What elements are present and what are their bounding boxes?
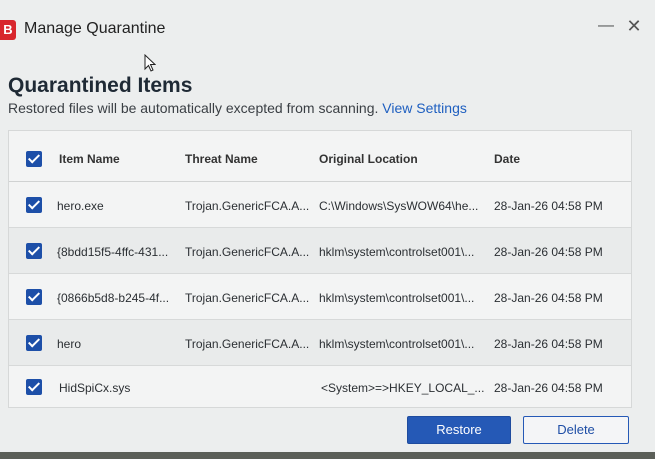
row-checkbox[interactable] bbox=[26, 289, 42, 305]
minimize-icon[interactable]: — bbox=[592, 12, 620, 40]
row-checkbox[interactable] bbox=[26, 243, 42, 259]
table-row[interactable]: {8bdd15f5-4ffc-431... Trojan.GenericFCA.… bbox=[9, 228, 631, 274]
manage-quarantine-window: B Manage Quarantine — ✕ Quarantined Item… bbox=[0, 0, 655, 452]
date: 28-Jan-26 04:58 PM bbox=[494, 381, 603, 395]
select-all-checkbox[interactable] bbox=[26, 151, 42, 167]
column-header-threat-name[interactable]: Threat Name bbox=[185, 152, 258, 166]
desktop-background bbox=[0, 452, 655, 459]
table-row[interactable]: {0866b5d8-b245-4f... Trojan.GenericFCA.A… bbox=[9, 274, 631, 320]
original-location: C:\Windows\SysWOW64\he... bbox=[319, 199, 479, 213]
row-checkbox[interactable] bbox=[26, 379, 42, 395]
page-title: Quarantined Items bbox=[8, 74, 193, 97]
threat-name: Trojan.GenericFCA.A... bbox=[185, 245, 309, 259]
date: 28-Jan-26 04:58 PM bbox=[494, 337, 603, 351]
subtitle-text: Restored files will be automatically exc… bbox=[8, 100, 379, 116]
row-checkbox[interactable] bbox=[26, 335, 42, 351]
view-settings-link[interactable]: View Settings bbox=[382, 100, 467, 116]
app-logo-icon: B bbox=[0, 20, 16, 40]
quarantine-table: Item Name Threat Name Original Location … bbox=[8, 130, 632, 408]
delete-button[interactable]: Delete bbox=[523, 416, 629, 444]
column-header-item-name[interactable]: Item Name bbox=[59, 152, 120, 166]
date: 28-Jan-26 04:58 PM bbox=[494, 291, 603, 305]
close-icon[interactable]: ✕ bbox=[620, 12, 648, 40]
page-subtitle: Restored files will be automatically exc… bbox=[8, 100, 467, 116]
table-row[interactable]: hero.exe Trojan.GenericFCA.A... C:\Windo… bbox=[9, 182, 631, 228]
item-name: hero bbox=[57, 337, 82, 351]
original-location: hklm\system\controlset001\... bbox=[319, 291, 475, 305]
threat-name: Trojan.GenericFCA.A... bbox=[185, 291, 309, 305]
original-location: hklm\system\controlset001\... bbox=[319, 337, 475, 351]
item-name: hero.exe bbox=[57, 199, 104, 213]
item-name: {8bdd15f5-4ffc-431... bbox=[57, 245, 169, 259]
date: 28-Jan-26 04:58 PM bbox=[494, 199, 603, 213]
column-header-original-location[interactable]: Original Location bbox=[319, 152, 418, 166]
threat-name: Trojan.GenericFCA.A... bbox=[185, 337, 309, 351]
original-location: <System>=>HKEY_LOCAL_... bbox=[321, 381, 485, 395]
threat-name: Trojan.GenericFCA.A... bbox=[185, 199, 309, 213]
table-row[interactable]: hero Trojan.GenericFCA.A... hklm\system\… bbox=[9, 320, 631, 366]
date: 28-Jan-26 04:58 PM bbox=[494, 245, 603, 259]
restore-button[interactable]: Restore bbox=[407, 416, 511, 444]
column-header-date[interactable]: Date bbox=[494, 152, 520, 166]
original-location: hklm\system\controlset001\... bbox=[319, 245, 475, 259]
row-checkbox[interactable] bbox=[26, 197, 42, 213]
item-name: HidSpiCx.sys bbox=[59, 381, 131, 395]
window-title: Manage Quarantine bbox=[24, 20, 166, 37]
table-row[interactable]: HidSpiCx.sys <System>=>HKEY_LOCAL_... 28… bbox=[9, 366, 631, 411]
title-bar: B Manage Quarantine — ✕ bbox=[0, 0, 655, 54]
item-name: {0866b5d8-b245-4f... bbox=[57, 291, 170, 305]
table-header: Item Name Threat Name Original Location … bbox=[9, 131, 631, 182]
